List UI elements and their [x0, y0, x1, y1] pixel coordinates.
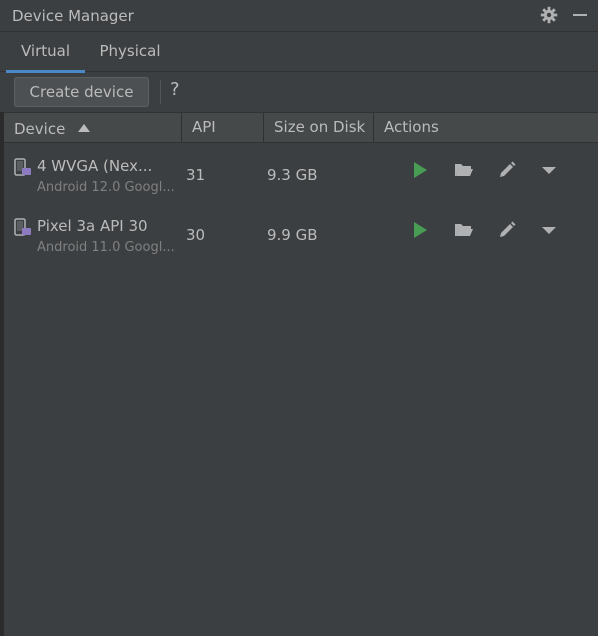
- column-header-actions-label: Actions: [384, 118, 439, 136]
- device-size: 9.3 GB: [267, 166, 318, 184]
- phone-device-icon: [14, 218, 32, 242]
- tab-bar: Virtual Physical: [0, 32, 598, 73]
- tab-virtual-label: Virtual: [20, 42, 70, 60]
- toolbar: Create device ?: [0, 72, 598, 112]
- window-title: Device Manager: [12, 7, 134, 25]
- gear-icon[interactable]: [540, 6, 558, 24]
- create-device-button[interactable]: Create device: [14, 77, 149, 107]
- device-subtitle: Android 12.0 Googl...: [37, 180, 175, 195]
- toolbar-separator: [160, 80, 161, 104]
- pencil-icon[interactable]: [498, 161, 516, 183]
- pencil-icon[interactable]: [498, 221, 516, 243]
- device-name: Pixel 3a API 30: [37, 217, 148, 235]
- phone-device-icon: [14, 158, 32, 182]
- device-subtitle: Android 11.0 Googl...: [37, 240, 175, 255]
- device-table: Device API Size on Disk Actions 4 WVGA (…: [4, 112, 598, 636]
- tab-physical[interactable]: Physical: [92, 32, 168, 72]
- device-api: 31: [186, 166, 206, 184]
- column-header-size-label: Size on Disk: [274, 118, 366, 136]
- column-header-size[interactable]: Size on Disk: [264, 113, 374, 143]
- device-api: 30: [186, 226, 206, 244]
- folder-open-icon[interactable]: [454, 221, 474, 243]
- column-header-device-label: Device: [14, 120, 66, 138]
- column-header-actions: Actions: [374, 113, 598, 143]
- column-header-api-label: API: [192, 118, 216, 136]
- minimize-icon[interactable]: [572, 6, 588, 24]
- sort-ascending-icon: [78, 113, 91, 142]
- column-header-device[interactable]: Device: [4, 113, 182, 143]
- column-header-api[interactable]: API: [182, 113, 264, 143]
- title-actions: [540, 6, 588, 24]
- table-header: Device API Size on Disk Actions: [4, 113, 598, 143]
- title-bar: Device Manager: [0, 0, 598, 32]
- device-name: 4 WVGA (Nex...: [37, 157, 153, 175]
- folder-open-icon[interactable]: [454, 161, 474, 183]
- tab-physical-label: Physical: [99, 42, 161, 60]
- table-row[interactable]: 4 WVGA (Nex... Android 12.0 Googl... 31 …: [4, 144, 598, 204]
- device-manager-window: Device Manager Virtual Physical Create d…: [0, 0, 598, 636]
- tab-virtual[interactable]: Virtual: [6, 32, 85, 73]
- chevron-down-icon[interactable]: [541, 221, 557, 243]
- play-icon[interactable]: [412, 161, 428, 183]
- help-button[interactable]: ?: [170, 79, 180, 100]
- chevron-down-icon[interactable]: [541, 161, 557, 183]
- table-row[interactable]: Pixel 3a API 30 Android 11.0 Googl... 30…: [4, 204, 598, 264]
- play-icon[interactable]: [412, 221, 428, 243]
- device-size: 9.9 GB: [267, 226, 318, 244]
